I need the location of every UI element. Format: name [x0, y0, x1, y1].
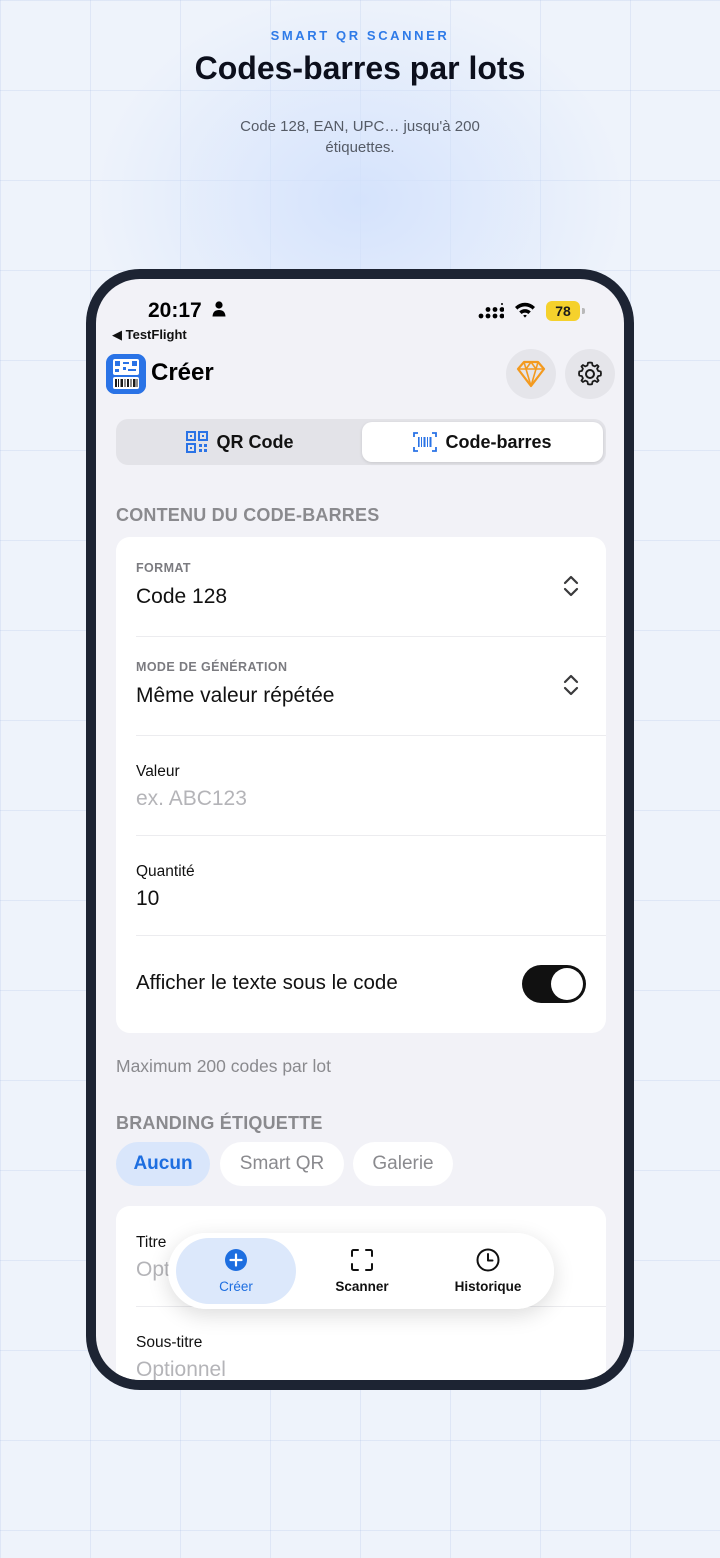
battery-indicator: 78 [546, 301, 586, 321]
tab-barcode[interactable]: Code-barres [362, 422, 603, 462]
format-caption: FORMAT [136, 561, 191, 575]
type-segmented-control: QR Code Code-barres [116, 419, 606, 465]
subtitle-label: Sous-titre [136, 1334, 203, 1351]
toggle-knob [551, 968, 583, 1000]
phone-frame: 20:17 ◀ TestFlight 78 Créer QR Code Code… [86, 269, 634, 1390]
tab-create-label: Créer [219, 1279, 253, 1294]
value-label: Valeur [136, 763, 180, 780]
branding-chip-aucun[interactable]: Aucun [116, 1142, 210, 1186]
generation-mode-caption: MODE DE GÉNÉRATION [136, 660, 288, 674]
tab-scanner-label: Scanner [335, 1279, 389, 1294]
gear-icon [578, 361, 602, 386]
tab-history-label: Historique [454, 1279, 522, 1294]
show-text-toggle-row: Afficher le texte sous le code [116, 935, 606, 1033]
generation-mode-picker-row[interactable]: MODE DE GÉNÉRATION Même valeur répétée [116, 636, 606, 735]
clock-icon [476, 1248, 500, 1272]
tab-scanner[interactable]: Scanner [302, 1238, 422, 1304]
branding-chip-galerie[interactable]: Galerie [353, 1142, 453, 1186]
signal-icon [478, 303, 504, 319]
diamond-icon [516, 360, 546, 388]
tab-create[interactable]: Créer [176, 1238, 296, 1304]
section-header-branding: BRANDING ÉTIQUETTE [116, 1113, 323, 1133]
battery-level: 78 [546, 301, 580, 321]
tab-history[interactable]: Historique [428, 1238, 548, 1304]
hero-eyebrow: SMART QR SCANNER [270, 28, 450, 43]
chevron-up-down-icon [563, 674, 579, 696]
batch-limit-note: Maximum 200 codes par lot [116, 1056, 331, 1076]
page-title: Créer [151, 359, 214, 386]
battery-nub [582, 308, 585, 314]
generation-mode-value: Même valeur répétée [136, 684, 335, 707]
show-text-toggle[interactable] [522, 965, 586, 1003]
quantity-input[interactable]: 10 [136, 887, 159, 911]
status-time: 20:17 [148, 299, 202, 322]
hero-subtitle: Code 128, EAN, UPC… jusqu'à 200 étiquett… [240, 118, 480, 156]
scan-frame-icon [351, 1249, 373, 1271]
chevron-up-down-icon [563, 575, 579, 597]
wifi-icon [515, 302, 535, 318]
quantity-label: Quantité [136, 863, 195, 880]
app-logo-icon [106, 354, 146, 394]
subtitle-field-row[interactable]: Sous-titre Optionnel [116, 1306, 606, 1380]
format-picker-row[interactable]: FORMAT Code 128 [116, 537, 606, 636]
title-input[interactable]: Opt [136, 1258, 170, 1282]
status-bar: 20:17 ◀ TestFlight 78 [96, 279, 624, 343]
section-header-barcode-content: CONTENU DU CODE-BARRES [116, 505, 380, 525]
format-value: Code 128 [136, 585, 228, 608]
barcode-content-card: FORMAT Code 128 MODE DE GÉNÉRATION Même … [116, 537, 606, 1033]
hero-title: Codes-barres par lots [194, 50, 526, 86]
value-field-row[interactable]: Valeur ex. ABC123 [116, 735, 606, 835]
branding-chip-smart-qr[interactable]: Smart QR [220, 1142, 344, 1186]
person-icon [212, 301, 226, 317]
bottom-tab-bar: Créer Scanner Historique [168, 1233, 554, 1309]
qr-code-icon [186, 431, 209, 453]
settings-button[interactable] [565, 349, 615, 399]
subtitle-input[interactable]: Optionnel [136, 1358, 226, 1380]
premium-button[interactable] [506, 349, 556, 399]
value-input[interactable]: ex. ABC123 [136, 787, 247, 811]
app-screen: 20:17 ◀ TestFlight 78 Créer QR Code Code… [96, 279, 624, 1380]
barcode-icon [413, 432, 438, 452]
plus-circle-icon [225, 1249, 247, 1271]
tab-qr-code-label: QR Code [216, 431, 294, 452]
tab-barcode-label: Code-barres [445, 431, 552, 452]
back-to-testflight[interactable]: ◀ TestFlight [112, 327, 187, 343]
quantity-field-row[interactable]: Quantité 10 [116, 835, 606, 935]
show-text-label: Afficher le texte sous le code [136, 971, 398, 994]
title-label: Titre [136, 1234, 167, 1251]
tab-qr-code[interactable]: QR Code [119, 422, 361, 462]
